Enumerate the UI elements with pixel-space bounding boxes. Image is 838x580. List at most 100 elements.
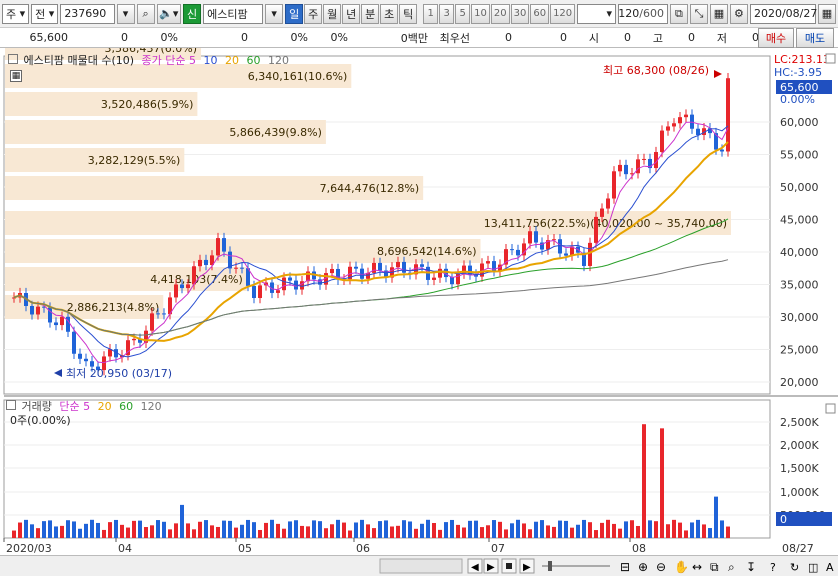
zoom-in-icon: ⊕ [638, 560, 648, 574]
interval-button-60[interactable]: 60 [530, 3, 550, 24]
calendar-button[interactable]: ▦ [817, 3, 836, 24]
volume-bar [132, 520, 136, 538]
ratio-percent: 0% [330, 31, 348, 44]
volume-bar [24, 519, 28, 538]
candle [372, 262, 376, 273]
hc-label: HC:-3.95 [774, 66, 822, 79]
price-change: 0 [121, 31, 128, 44]
volume-bar [414, 528, 418, 538]
table-icon[interactable]: ▦ [10, 70, 22, 82]
stock-code-input[interactable]: 237690 [60, 3, 115, 24]
candle [354, 266, 358, 269]
interval-button-30[interactable]: 30 [510, 3, 530, 24]
draw-tool-button[interactable]: ⤡ [689, 3, 708, 24]
volume-bar [60, 525, 64, 538]
volume-bar [372, 528, 376, 538]
period-button-5[interactable]: 초 [380, 3, 399, 24]
grid-button[interactable]: ▦ [709, 3, 728, 24]
volume-bar [462, 527, 466, 538]
list-icon[interactable] [8, 54, 18, 64]
candle [678, 117, 682, 124]
scroll-track-left[interactable] [379, 558, 463, 574]
volume-bar [90, 519, 94, 538]
volume-bar [714, 496, 718, 538]
volume-profile-label: 6,340,161(10.6%) [248, 70, 348, 83]
stock-name-field[interactable]: 에스티팜 [203, 3, 264, 24]
settings-button[interactable]: ⚙ [729, 3, 748, 24]
volume-profile-legend: 에스티팜 매물대 수(10) [23, 54, 135, 67]
list-icon[interactable] [6, 400, 16, 410]
volume-bar [270, 519, 274, 538]
period-button-3[interactable]: 년 [342, 3, 361, 24]
price-legend: 에스티팜 매물대 수(10) 종가 단순 5 10 20 60 120 [8, 52, 289, 68]
volume-bar [402, 520, 406, 538]
volume-panel-close-icon[interactable] [825, 403, 836, 414]
candle [606, 198, 610, 209]
interval-button-20[interactable]: 20 [490, 3, 510, 24]
volume-bar [522, 523, 526, 538]
volume-bar [468, 520, 472, 538]
period-button-2[interactable]: 월 [323, 3, 342, 24]
candle [276, 290, 280, 293]
scroll-bar[interactable]: ◀ ▶ ▶ ⊟ ⊕ ⊖ ✋ ↔ ⧉ ⌕ ↧ ? ↻ ◫ A [0, 555, 838, 576]
price-tick-label: 20,000 [780, 376, 819, 389]
chart-type-button[interactable]: ⧉ [669, 3, 688, 24]
sell-button[interactable]: 매도 [796, 28, 834, 48]
period-button-4[interactable]: 분 [361, 3, 380, 24]
candle [402, 261, 406, 273]
scroll-controls[interactable]: ◀ ▶ ▶ ⊟ ⊕ ⊖ ✋ ↔ ⧉ ⌕ ↧ ? ↻ ◫ A [0, 556, 838, 577]
interval-button-3[interactable]: 3 [439, 3, 455, 24]
period-button-1[interactable]: 주 [304, 3, 323, 24]
price-tick-label: 55,000 [780, 149, 819, 162]
volume-bar [216, 526, 220, 538]
candle [600, 208, 604, 217]
high-value: 0 [688, 31, 695, 44]
volume-bar [102, 529, 106, 538]
volume-bar [588, 522, 592, 538]
volume-bar [282, 528, 286, 538]
count-input[interactable]: ▾ [577, 3, 616, 24]
volume-bar [450, 519, 454, 538]
volume-subtitle: 0주(0.00%) [10, 414, 71, 427]
interval-button-5[interactable]: 5 [455, 3, 471, 24]
view-select[interactable]: 전 ▾ [31, 3, 59, 24]
hand-icon: ✋ [674, 560, 689, 574]
tool-icons[interactable]: ⊟ ⊕ ⊖ ✋ ↔ ⧉ ⌕ ↧ ? ↻ ◫ A [620, 560, 834, 574]
scroll-first-button[interactable]: ◀ [467, 558, 483, 574]
volume-panel[interactable] [3, 399, 771, 539]
draw-icon: ⤡ [694, 6, 704, 20]
count-display[interactable]: 120/600 [617, 3, 668, 24]
date-input[interactable]: 2020/08/27 [749, 3, 817, 24]
period-button-6[interactable]: 틱 [399, 3, 418, 24]
market-select[interactable]: 주 ▾ [2, 3, 30, 24]
scroll-prev-button[interactable]: ▶ [483, 558, 499, 574]
open-label: 시 [588, 31, 599, 45]
buy-button[interactable]: 매수 [758, 28, 794, 48]
volume-bar [624, 521, 628, 538]
name-dropdown-button[interactable]: ▾ [265, 3, 284, 24]
candle [612, 171, 616, 199]
stop-button[interactable] [501, 558, 517, 574]
volume-bar [474, 520, 478, 538]
volume-bar [126, 527, 130, 538]
copy-icon: ⧉ [710, 560, 719, 574]
interval-button-1[interactable]: 1 [423, 3, 439, 24]
interval-button-120[interactable]: 120 [550, 3, 576, 24]
speaker-button[interactable]: 🔈 ▾ [156, 3, 182, 24]
chart-area[interactable]: 60,000 55,000 50,000 45,000 40,000 35,000 30,0… [0, 48, 838, 576]
volume-bar [174, 523, 178, 538]
zoom-slider[interactable] [542, 561, 610, 571]
change-percent: 0% [160, 31, 178, 44]
scroll-next-button[interactable]: ▶ [519, 558, 535, 574]
volume-bar [276, 523, 280, 538]
code-dropdown-button[interactable]: ▾ [116, 3, 135, 24]
candle [150, 313, 154, 331]
volume-bar [198, 521, 202, 538]
interval-button-10[interactable]: 10 [471, 3, 490, 24]
period-button-0[interactable]: 일 [285, 3, 304, 24]
stock-chart-svg[interactable]: 60,000 55,000 50,000 45,000 40,000 35,000 30,0… [0, 48, 838, 555]
volume-bar [108, 522, 112, 538]
search-button[interactable]: ⌕ [136, 3, 155, 24]
price-panel-close-icon[interactable] [825, 53, 836, 64]
new-listing-badge: 신 [183, 3, 202, 24]
